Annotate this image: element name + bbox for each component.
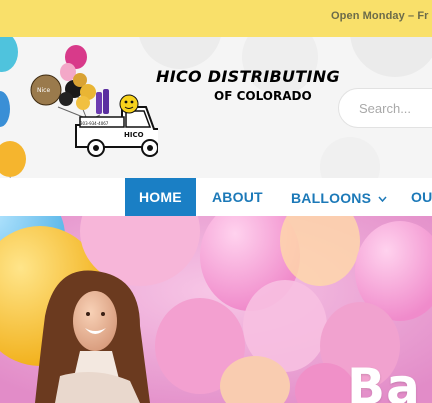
chevron-down-icon: [378, 178, 387, 216]
nav-item-about-label: ABOUT: [212, 189, 263, 205]
nav-item-balloons[interactable]: BALLOONS: [291, 178, 387, 216]
nav-item-balloons-label: BALLOONS: [291, 190, 372, 206]
top-announcement-bar: Open Monday – Fr: [0, 0, 432, 37]
svg-text:Nice: Nice: [37, 87, 50, 94]
nav-item-home[interactable]: HOME: [125, 178, 196, 216]
search-box: [338, 88, 432, 128]
main-navigation: HOME ABOUT BALLOONS OU: [0, 178, 432, 216]
nav-item-our[interactable]: OU: [411, 178, 432, 216]
nav-item-about[interactable]: ABOUT: [212, 178, 263, 216]
brand-name: HICO DISTRIBUTING: [156, 67, 340, 86]
nav-item-home-label: HOME: [139, 189, 182, 205]
brand-subtitle: OF COLORADO: [214, 89, 312, 103]
hero-title: Ba: [347, 358, 421, 403]
truck-sign-text: HICO: [124, 131, 144, 139]
hero-banner: Ba: [0, 216, 432, 403]
truck-phone-text: 303-934-4067: [80, 121, 109, 126]
site-header: Nice HICO 303-934-4067 HICO DISTRIBUTING…: [0, 37, 432, 178]
hico-truck-logo: Nice HICO 303-934-4067: [30, 45, 158, 157]
search-input[interactable]: [359, 101, 432, 116]
nav-item-our-label: OU: [411, 189, 432, 205]
opening-hours-text: Open Monday – Fr: [331, 10, 429, 22]
